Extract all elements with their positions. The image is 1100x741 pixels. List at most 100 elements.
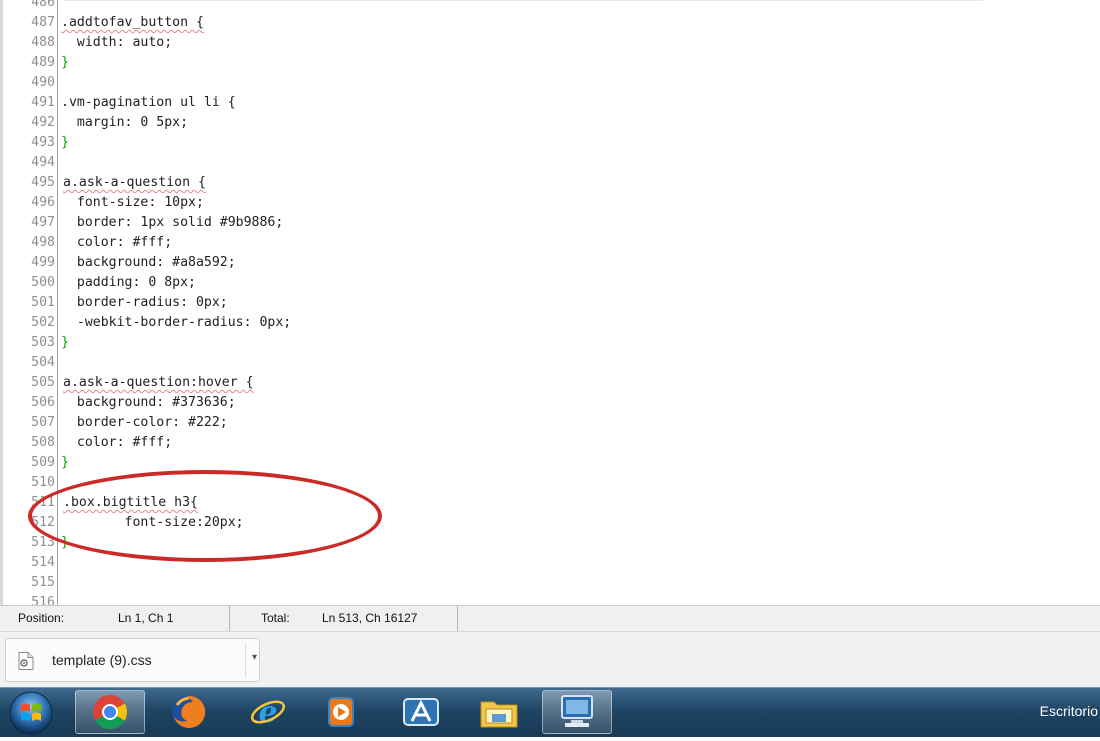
line-number: 514 — [31, 555, 55, 570]
code-line[interactable]: } — [61, 53, 69, 73]
code-line[interactable]: font-size:20px; — [61, 513, 244, 533]
code-text: background: #373636; — [61, 395, 236, 410]
code-line[interactable]: border-radius: 0px; — [61, 293, 228, 313]
line-number: 507 — [31, 415, 55, 430]
line-number: 500 — [31, 275, 55, 290]
download-item[interactable]: template (9).css ▾ — [5, 638, 260, 682]
code-text: .box.bigtitle h3{ — [63, 495, 198, 510]
code-text: border-radius: 0px; — [61, 295, 228, 310]
line-number: 501 — [31, 295, 55, 310]
line-number: 486 — [31, 0, 55, 10]
file-explorer-icon[interactable] — [464, 690, 534, 734]
line-number: 491 — [31, 95, 55, 110]
code-text: width: auto; — [61, 35, 173, 50]
code-line[interactable]: padding: 0 8px; — [61, 273, 196, 293]
download-item-divider — [245, 643, 246, 678]
position-cell: Position: Ln 1, Ch 1 — [0, 606, 230, 631]
code-line[interactable]: color: #fff; — [61, 233, 172, 253]
line-number: 487 — [31, 15, 55, 30]
code-text: a.ask-a-question { — [63, 175, 206, 190]
css-file-icon — [18, 652, 34, 670]
code-line[interactable]: } — [61, 533, 69, 553]
line-number: 513 — [31, 535, 55, 550]
code-line[interactable]: a.ask-a-question:hover { — [63, 373, 254, 393]
line-number: 498 — [31, 235, 55, 250]
show-desktop-label[interactable]: Escritorio — [1040, 703, 1098, 719]
code-line[interactable]: .addtofav_button { — [61, 13, 204, 33]
code-text: .addtofav_button { — [61, 15, 204, 30]
code-line[interactable]: font-size: 10px; — [61, 193, 204, 213]
total-cell: Total: Ln 513, Ch 16127 — [230, 606, 458, 631]
internet-explorer-icon[interactable]: e — [233, 690, 303, 734]
code-text: font-size: 10px; — [61, 195, 204, 210]
code-line[interactable]: border-color: #222; — [61, 413, 228, 433]
code-text: } — [61, 335, 69, 350]
text-app-icon[interactable] — [386, 690, 456, 734]
line-number: 508 — [31, 435, 55, 450]
downloads-bar: template (9).css ▾ — [0, 631, 1100, 687]
download-file-name: template (9).css — [52, 652, 152, 668]
line-number: 516 — [31, 595, 55, 605]
code-line[interactable]: background: #a8a592; — [61, 253, 236, 273]
code-line[interactable]: width: auto; — [61, 33, 172, 53]
code-text: color: #fff; — [61, 235, 173, 250]
code-text: a.ask-a-question:hover { — [63, 375, 254, 390]
line-number: 490 — [31, 75, 55, 90]
line-number: 492 — [31, 115, 55, 130]
code-line[interactable]: color: #fff; — [61, 433, 172, 453]
code-text: color: #fff; — [61, 435, 173, 450]
line-number: 499 — [31, 255, 55, 270]
caret-down-icon[interactable]: ▾ — [252, 652, 257, 663]
code-line[interactable]: .box.bigtitle h3{ — [63, 493, 198, 513]
code-text: } — [61, 455, 69, 470]
code-text: } — [61, 535, 69, 550]
line-number: 512 — [31, 515, 55, 530]
code-text: } — [61, 135, 69, 150]
code-line[interactable]: .vm-pagination ul li { — [61, 93, 236, 113]
code-text: font-size:20px; — [61, 515, 244, 530]
position-value: Ln 1, Ch 1 — [118, 611, 174, 625]
status-bar: Position: Ln 1, Ch 1 Total: Ln 513, Ch 1… — [0, 605, 1100, 631]
line-number: 510 — [31, 475, 55, 490]
line-number: 515 — [31, 575, 55, 590]
media-player-icon[interactable] — [306, 690, 376, 734]
code-line[interactable]: a.ask-a-question { — [63, 173, 206, 193]
chrome-icon[interactable] — [75, 690, 145, 734]
line-number: 502 — [31, 315, 55, 330]
line-number: 504 — [31, 355, 55, 370]
total-label: Total: — [261, 611, 290, 625]
code-line[interactable]: margin: 0 5px; — [61, 113, 188, 133]
code-text: .vm-pagination ul li { — [61, 95, 236, 110]
line-number: 497 — [31, 215, 55, 230]
line-number: 509 — [31, 455, 55, 470]
position-label: Position: — [18, 611, 65, 625]
firefox-icon[interactable] — [153, 690, 223, 734]
line-number: 496 — [31, 195, 55, 210]
remote-desktop-icon[interactable] — [542, 690, 612, 734]
code-line[interactable]: background: #373636; — [61, 393, 236, 413]
total-value: Ln 513, Ch 16127 — [322, 611, 418, 625]
code-text: border: 1px solid #9b9886; — [61, 215, 284, 230]
line-number: 511 — [31, 495, 55, 510]
line-number: 493 — [31, 135, 55, 150]
code-text: -webkit-border-radius: 0px; — [61, 315, 292, 330]
code-text: border-color: #222; — [61, 415, 228, 430]
code-line[interactable]: -webkit-border-radius: 0px; — [61, 313, 291, 333]
windows-taskbar: e Escritorio — [0, 687, 1100, 737]
code-editor[interactable]: 486 487 .addtofav_button { 488 width: au… — [0, 0, 1100, 605]
code-line[interactable]: } — [61, 453, 69, 473]
line-number: 503 — [31, 335, 55, 350]
line-number: 506 — [31, 395, 55, 410]
code-line[interactable]: border: 1px solid #9b9886; — [61, 213, 283, 233]
code-text: } — [61, 55, 69, 70]
line-number: 488 — [31, 35, 55, 50]
code-line[interactable]: } — [61, 333, 69, 353]
start-orb-icon[interactable] — [8, 690, 58, 736]
line-number: 495 — [31, 175, 55, 190]
line-number: 494 — [31, 155, 55, 170]
code-line[interactable]: } — [61, 133, 69, 153]
code-text: padding: 0 8px; — [61, 275, 196, 290]
line-number: 489 — [31, 55, 55, 70]
line-number: 505 — [31, 375, 55, 390]
svg-text:e: e — [258, 695, 277, 730]
